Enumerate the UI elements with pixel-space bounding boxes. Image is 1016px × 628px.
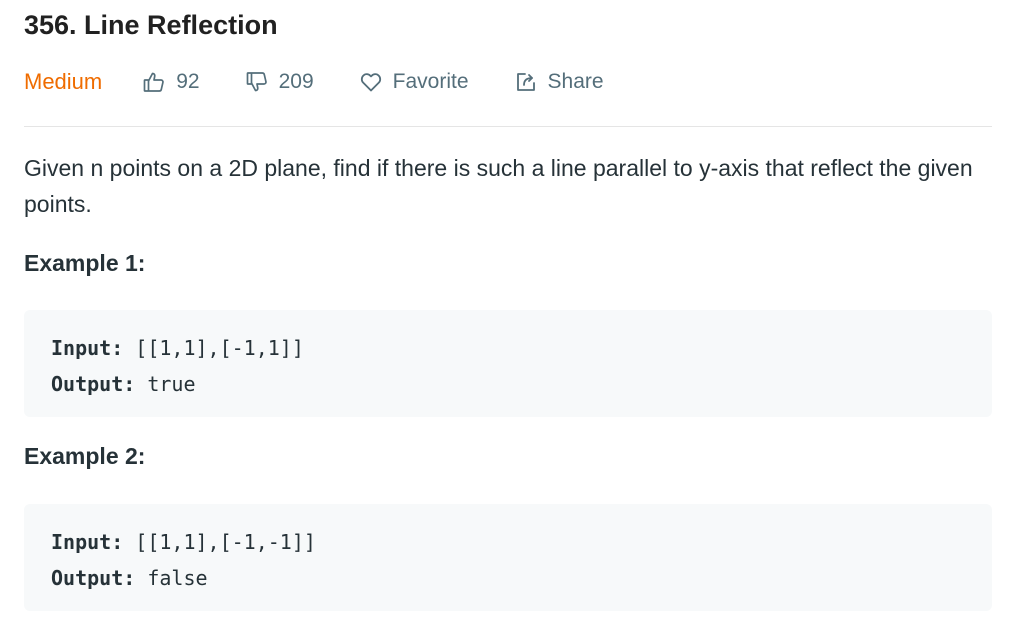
share-label: Share bbox=[547, 70, 604, 93]
example-1-input-label: Input: bbox=[51, 336, 124, 360]
thumbs-down-icon bbox=[246, 72, 267, 92]
example-2-heading: Example 2: bbox=[24, 443, 146, 469]
thumbs-up-icon bbox=[143, 72, 165, 92]
example-2-output-value: false bbox=[147, 566, 208, 590]
dislike-count: 209 bbox=[278, 70, 314, 93]
example-2-input-line: Input: [[1,1],[-1,-1]] bbox=[51, 524, 992, 560]
share-icon bbox=[516, 73, 535, 91]
difficulty-badge: Medium bbox=[24, 69, 103, 94]
meta-divider bbox=[24, 126, 992, 127]
problem-title: 356. Line Reflection bbox=[24, 10, 278, 40]
example-1-code-block: Input: [[1,1],[-1,1]] Output: true bbox=[24, 310, 992, 417]
heart-icon bbox=[360, 73, 381, 92]
example-1-input-value: [[1,1],[-1,1]] bbox=[135, 336, 304, 360]
like-count: 92 bbox=[176, 70, 200, 93]
example-2-code-block: Input: [[1,1],[-1,-1]] Output: false bbox=[24, 504, 992, 611]
dislike-button[interactable]: 209 bbox=[245, 70, 314, 94]
example-1-output-value: true bbox=[147, 372, 196, 396]
share-button[interactable]: Share bbox=[514, 70, 604, 94]
example-1-output-line: Output: true bbox=[51, 366, 992, 402]
example-2-output-line: Output: false bbox=[51, 560, 992, 596]
favorite-button[interactable]: Favorite bbox=[359, 70, 469, 94]
example-1-input-line: Input: [[1,1],[-1,1]] bbox=[51, 330, 992, 366]
example-1-output-label: Output: bbox=[51, 372, 136, 396]
problem-description: Given n points on a 2D plane, find if th… bbox=[24, 155, 973, 217]
favorite-label: Favorite bbox=[392, 70, 469, 93]
example-2-input-label: Input: bbox=[51, 530, 124, 554]
example-2-input-value: [[1,1],[-1,-1]] bbox=[135, 530, 316, 554]
example-1-heading: Example 1: bbox=[24, 250, 146, 276]
like-button[interactable]: 92 bbox=[142, 70, 200, 94]
problem-meta-bar: Medium 92 209 Favorite Share bbox=[24, 66, 649, 98]
example-2-output-label: Output: bbox=[51, 566, 136, 590]
